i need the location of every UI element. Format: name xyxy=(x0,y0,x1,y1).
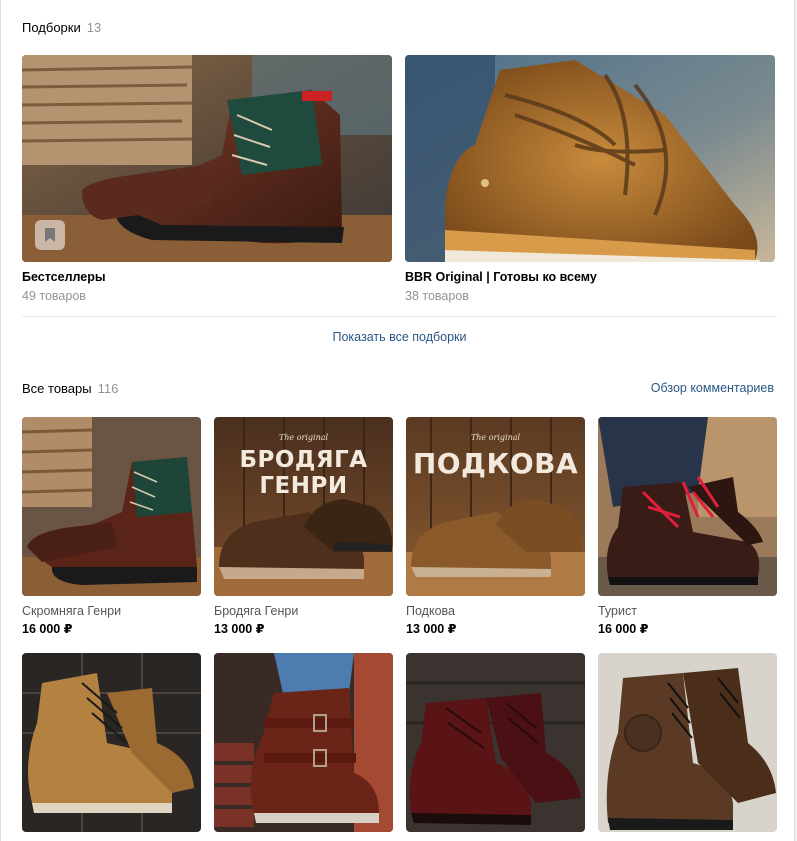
product-card[interactable] xyxy=(598,653,777,832)
product-banner-title: ПОДКОВА xyxy=(412,447,579,480)
section-divider xyxy=(22,316,777,317)
product-card[interactable]: The original ПОДКОВА Подкова 13 000 ₽ xyxy=(406,417,585,636)
product-card[interactable]: Скромняга Генри 16 000 ₽ xyxy=(22,417,201,636)
product-name[interactable]: Турист xyxy=(598,604,777,618)
product-price: 16 000 ₽ xyxy=(598,622,649,636)
product-image[interactable] xyxy=(598,417,777,596)
collections-header: Подборки 13 xyxy=(22,20,101,35)
collections-title[interactable]: Подборки xyxy=(22,20,81,35)
all-products-title[interactable]: Все товары xyxy=(22,381,92,396)
product-name[interactable]: Бродяга Генри xyxy=(214,604,393,618)
product-card[interactable] xyxy=(214,653,393,832)
collection-name[interactable]: Бестселлеры xyxy=(22,270,392,284)
product-image[interactable] xyxy=(22,417,201,596)
product-card[interactable]: The original БРОДЯГА ГЕНРИ Бродяга Генри… xyxy=(214,417,393,636)
product-card[interactable] xyxy=(406,653,585,832)
product-price: 13 000 ₽ xyxy=(214,622,265,636)
all-products-header: Все товары 116 xyxy=(22,381,118,396)
product-card[interactable] xyxy=(22,653,201,832)
product-card[interactable]: Турист 16 000 ₽ xyxy=(598,417,777,636)
show-all-collections-link[interactable]: Показать все подборки xyxy=(22,330,777,344)
product-name[interactable]: Подкова xyxy=(406,604,585,618)
collection-item-count: 38 товаров xyxy=(405,289,469,303)
reviews-overview-link[interactable]: Обзор комментариев xyxy=(651,381,774,395)
product-image[interactable] xyxy=(406,653,585,832)
all-products-count: 116 xyxy=(97,381,119,396)
collection-cover-image[interactable] xyxy=(22,55,392,262)
product-banner-subtitle: The original xyxy=(470,433,521,442)
collection-name[interactable]: BBR Original | Готовы ко всему xyxy=(405,270,775,284)
bookmark-icon xyxy=(35,220,65,250)
product-price: 13 000 ₽ xyxy=(406,622,457,636)
collection-card-bestsellers[interactable]: Бестселлеры 49 товаров xyxy=(22,55,392,303)
collection-card-bbr-original[interactable]: BBR Original | Готовы ко всему 38 товаро… xyxy=(405,55,775,303)
product-banner-subtitle: The original xyxy=(278,433,329,442)
product-name[interactable]: Скромняга Генри xyxy=(22,604,201,618)
collection-item-count: 49 товаров xyxy=(22,289,86,303)
product-image[interactable]: The original БРОДЯГА ГЕНРИ xyxy=(214,417,393,596)
product-image[interactable] xyxy=(214,653,393,832)
collections-count: 13 xyxy=(86,20,102,35)
product-banner-title: БРОДЯГА ГЕНРИ xyxy=(239,447,368,499)
collection-cover-image[interactable] xyxy=(405,55,775,262)
product-image[interactable] xyxy=(598,653,777,832)
product-price: 16 000 ₽ xyxy=(22,622,73,636)
market-panel: Подборки 13 Бестселлеры 49 товаров BBR O… xyxy=(0,0,795,841)
product-image[interactable]: The original ПОДКОВА xyxy=(406,417,585,596)
product-image[interactable] xyxy=(22,653,201,832)
